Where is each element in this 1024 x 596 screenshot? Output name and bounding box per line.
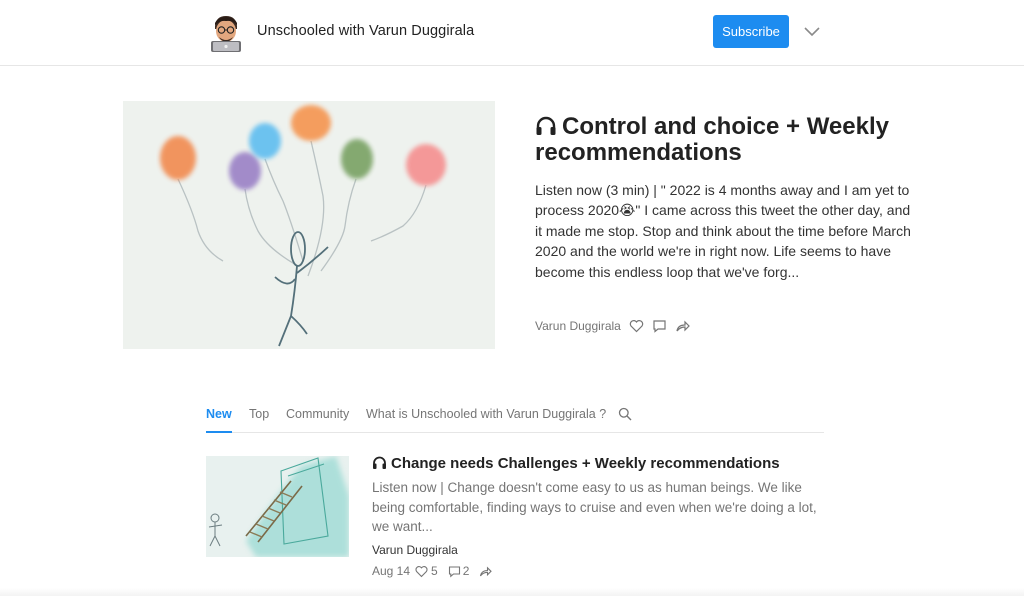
publication-avatar[interactable]: [206, 12, 246, 52]
hero-post-excerpt: Listen now (3 min) | " 2022 is 4 months …: [535, 182, 911, 280]
page-bottom-edge: [0, 588, 1024, 596]
search-icon[interactable]: [618, 407, 632, 421]
chevron-down-icon[interactable]: [804, 25, 820, 37]
heart-icon[interactable]: [415, 565, 428, 578]
share-icon[interactable]: [675, 319, 690, 333]
top-bar: Unschooled with Varun Duggirala Subscrib…: [0, 0, 1024, 66]
active-tab-indicator: [206, 431, 232, 433]
tab-new[interactable]: New: [206, 407, 232, 421]
post-comment-count: 2: [462, 564, 470, 578]
subscribe-button[interactable]: Subscribe: [713, 15, 789, 48]
tab-community[interactable]: Community: [286, 407, 349, 421]
hero-post-title-text: Control and choice + Weekly recommendati…: [535, 113, 889, 166]
post-excerpt: Listen now | Change doesn't come easy to…: [372, 480, 817, 534]
hero-post-meta: Varun Duggirala: [535, 318, 690, 334]
post-date: Aug 14: [372, 564, 411, 578]
comment-icon[interactable]: [652, 319, 667, 333]
comment-icon[interactable]: [448, 565, 461, 578]
post-like-count: 5: [431, 564, 438, 578]
tab-about[interactable]: What is Unschooled with Varun Duggirala …: [366, 407, 606, 421]
post-thumbnail[interactable]: [206, 456, 349, 557]
post-author[interactable]: Varun Duggirala: [372, 543, 458, 557]
headphones-icon: [372, 456, 387, 470]
heart-icon[interactable]: [629, 319, 644, 333]
post-list-tabs: New Top Community What is Unschooled wit…: [206, 405, 824, 433]
post-title-text: Change needs Challenges + Weekly recomme…: [391, 455, 780, 472]
post-title[interactable]: Change needs Challenges + Weekly recomme…: [372, 455, 832, 472]
hero-post-author[interactable]: Varun Duggirala: [535, 319, 621, 333]
hero-post-image[interactable]: [123, 101, 495, 349]
headphones-icon: [535, 116, 557, 136]
publication-name[interactable]: Unschooled with Varun Duggirala: [257, 23, 474, 39]
share-icon[interactable]: [479, 565, 493, 578]
tab-top[interactable]: Top: [249, 407, 269, 421]
post-meta: Aug 14 5 2: [372, 564, 493, 578]
hero-post-title[interactable]: Control and choice + Weekly recommendati…: [535, 114, 915, 166]
